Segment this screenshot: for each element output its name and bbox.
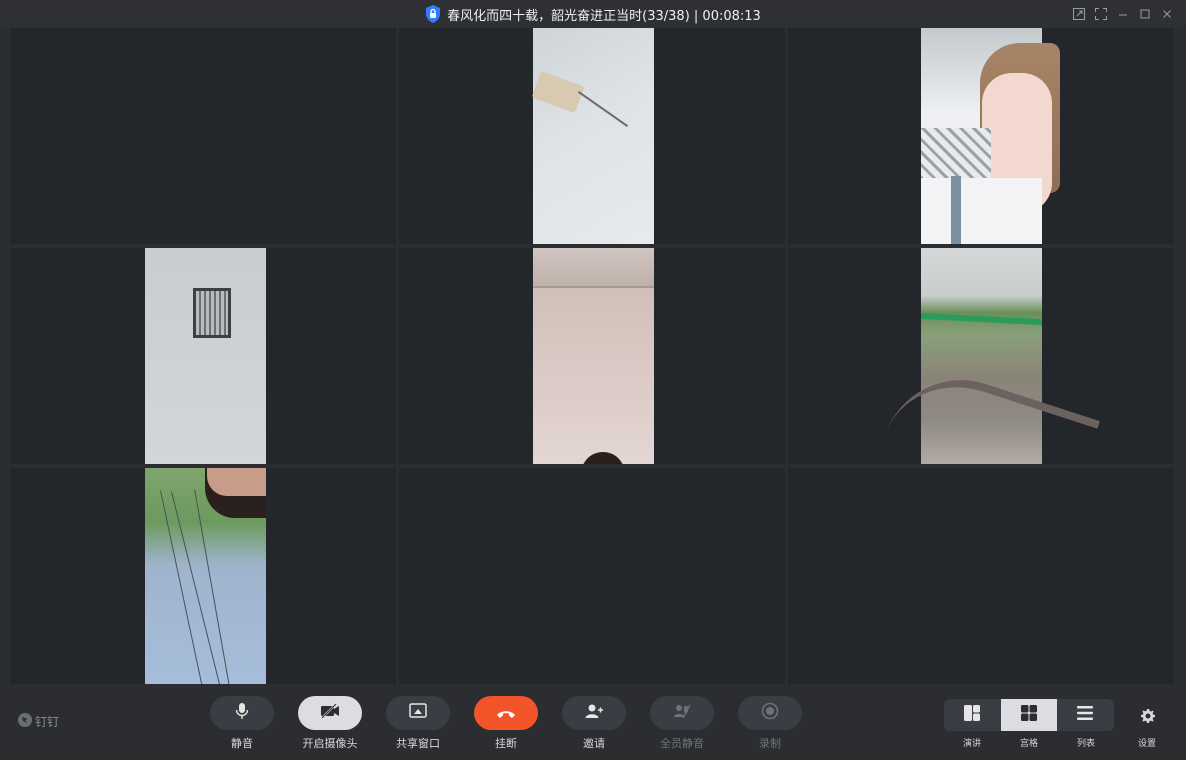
add-user-icon <box>585 703 603 723</box>
mute-all-icon <box>673 703 691 723</box>
layout-grid-label: 宫格 <box>1020 739 1039 749</box>
participant-video <box>145 468 266 684</box>
layout-list-button[interactable] <box>1057 699 1114 731</box>
layout-list-label: 列表 <box>1077 739 1096 749</box>
video-tile-empty[interactable] <box>10 28 396 244</box>
shield-lock-icon <box>425 5 441 27</box>
record-icon <box>761 702 779 724</box>
participant-video <box>921 28 1060 244</box>
record-button[interactable]: 录制 <box>738 696 802 751</box>
camera-off-icon <box>320 703 340 723</box>
minimize-icon[interactable] <box>1112 6 1134 22</box>
brand-name: 钉钉 <box>35 715 60 729</box>
dingtalk-logo-icon <box>18 713 32 730</box>
participant-video <box>881 248 1101 464</box>
mute-all-button[interactable]: 全员静音 <box>650 696 714 751</box>
video-tile-empty[interactable] <box>399 468 785 684</box>
video-tile[interactable] <box>10 248 396 464</box>
participant-video <box>533 248 654 464</box>
pop-out-icon[interactable] <box>1068 6 1090 22</box>
video-tile[interactable] <box>788 28 1174 244</box>
mute-button[interactable]: 静音 <box>210 696 274 751</box>
layout-switcher <box>944 699 1114 731</box>
gear-icon <box>1140 708 1156 728</box>
speaker-layout-icon <box>963 704 981 726</box>
hangup-phone-icon <box>496 704 516 723</box>
meeting-title: 春风化而四十载，韶光奋进正当时(33/38) | 00:08:13 <box>447 9 761 24</box>
grid-layout-icon <box>1020 704 1038 726</box>
video-tile[interactable] <box>10 468 396 684</box>
brand: 钉钉 <box>18 713 59 730</box>
mute-label: 静音 <box>231 737 253 750</box>
invite-label: 邀请 <box>583 737 605 750</box>
list-layout-icon <box>1076 705 1094 725</box>
control-bar: 钉钉 静音 开启摄像头 共享窗口 挂断 邀请 全员静音 录制 演讲 宫格 列表 … <box>0 684 1186 760</box>
video-tile[interactable] <box>399 28 785 244</box>
video-tile[interactable] <box>788 248 1174 464</box>
video-grid <box>10 28 1174 684</box>
maximize-icon[interactable] <box>1134 6 1156 22</box>
participant-video <box>145 248 266 464</box>
layout-speaker-label: 演讲 <box>963 739 982 749</box>
video-tile[interactable] <box>399 248 785 464</box>
hangup-label: 挂断 <box>495 737 517 750</box>
participant-video <box>531 28 654 244</box>
share-window-button[interactable]: 共享窗口 <box>386 696 450 751</box>
camera-label: 开启摄像头 <box>302 737 358 750</box>
title-bar: 春风化而四十载，韶光奋进正当时(33/38) | 00:08:13 <box>0 0 1186 28</box>
share-window-label: 共享窗口 <box>396 737 440 750</box>
record-label: 录制 <box>759 737 781 750</box>
settings-button[interactable] <box>1136 706 1160 730</box>
video-tile-empty[interactable] <box>788 468 1174 684</box>
mute-all-label: 全员静音 <box>660 737 704 750</box>
meeting-title-area: 春风化而四十载，韶光奋进正当时(33/38) | 00:08:13 <box>0 5 1186 27</box>
layout-speaker-button[interactable] <box>944 699 1001 731</box>
close-icon[interactable] <box>1156 6 1178 22</box>
invite-button[interactable]: 邀请 <box>562 696 626 751</box>
camera-button[interactable]: 开启摄像头 <box>298 696 362 751</box>
layout-grid-button[interactable] <box>1000 699 1058 731</box>
fullscreen-icon[interactable] <box>1090 6 1112 22</box>
microphone-icon <box>234 702 250 724</box>
share-screen-icon <box>409 703 427 723</box>
settings-label: 设置 <box>1138 739 1157 749</box>
hangup-button[interactable]: 挂断 <box>474 696 538 751</box>
